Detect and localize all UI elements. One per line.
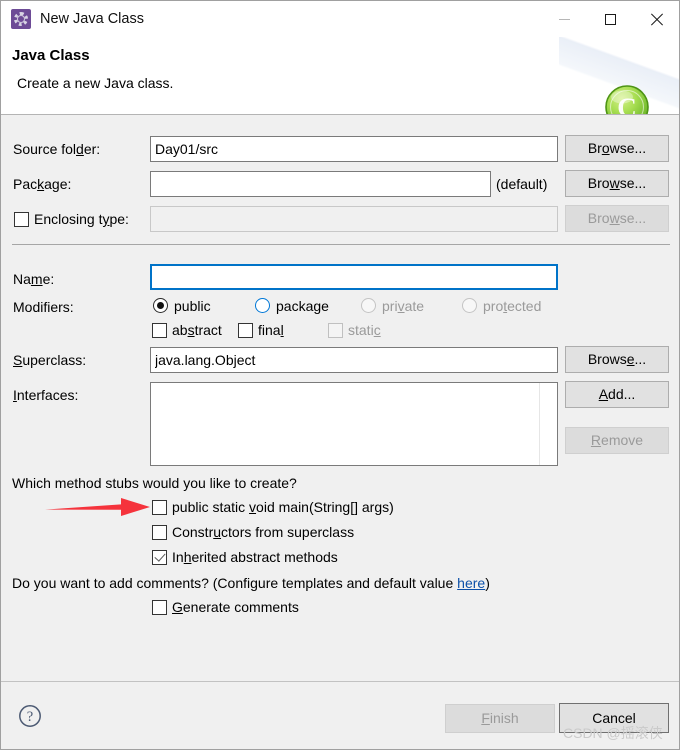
svg-text:?: ?	[27, 709, 33, 725]
modifier-label-package: package	[276, 298, 329, 314]
generate-comments-checkbox[interactable]	[152, 600, 167, 615]
interfaces-remove-button[interactable]: Remove	[565, 427, 669, 454]
wizard-title: Java Class	[12, 47, 90, 64]
annotation-arrow-icon	[45, 498, 150, 516]
close-button[interactable]	[633, 1, 679, 37]
stub-checkbox-constructors[interactable]	[152, 525, 167, 540]
footer-divider	[1, 681, 679, 682]
wizard-header-banner: Java Class Create a new Java class. C	[1, 37, 679, 115]
stub-label-constructors: Constructors from superclass	[172, 524, 355, 540]
modifier-checkbox-static[interactable]	[328, 323, 343, 338]
window-title: New Java Class	[40, 11, 144, 27]
modifier-radio-public[interactable]	[153, 298, 168, 313]
minimize-icon	[558, 18, 570, 20]
source-folder-input[interactable]	[150, 136, 558, 162]
stub-label-inherited-abstract: Inherited abstract methods	[172, 549, 338, 565]
help-icon[interactable]: ?	[18, 704, 42, 728]
superclass-input[interactable]	[150, 347, 558, 373]
title-bar: New Java Class	[1, 1, 679, 37]
modifiers-label: Modifiers:	[13, 299, 74, 315]
superclass-label: Superclass:	[13, 352, 87, 368]
interfaces-label: Interfaces:	[13, 387, 79, 403]
name-input[interactable]	[150, 264, 558, 290]
enclosing-type-input[interactable]	[150, 206, 558, 232]
enclosing-type-browse-button[interactable]: Browse...	[565, 205, 669, 232]
java-class-wizard-icon	[11, 9, 31, 29]
enclosing-type-label: Enclosing type:	[34, 211, 129, 227]
stub-label-main-method: public static void main(String[] args)	[172, 499, 394, 515]
maximize-icon	[604, 13, 616, 25]
section-divider	[12, 244, 670, 245]
modifier-checkbox-abstract[interactable]	[152, 323, 167, 338]
modifier-label-private: private	[382, 298, 425, 314]
modifier-radio-private[interactable]	[361, 298, 376, 313]
finish-button[interactable]: Finish	[445, 704, 555, 733]
modifier-label-abstract: abstract	[172, 322, 222, 338]
maximize-button[interactable]	[587, 1, 633, 37]
source-folder-browse-button[interactable]: Browse...	[565, 135, 669, 162]
package-browse-button[interactable]: Browse...	[565, 170, 669, 197]
package-default-hint: (default)	[496, 176, 548, 192]
comments-question: Do you want to add comments? (Configure …	[12, 575, 490, 591]
stub-checkbox-main-method[interactable]	[152, 500, 167, 515]
package-input[interactable]	[150, 171, 491, 197]
cancel-button[interactable]: Cancel	[559, 703, 669, 733]
interfaces-scrollbar[interactable]	[539, 383, 557, 465]
configure-templates-link[interactable]: here	[457, 575, 485, 591]
modifier-radio-package[interactable]	[255, 298, 270, 313]
stub-checkbox-inherited-abstract[interactable]	[152, 550, 167, 565]
modifier-label-final: final	[258, 322, 284, 338]
window-controls	[541, 1, 679, 37]
modifier-checkbox-final[interactable]	[238, 323, 253, 338]
close-icon	[650, 13, 663, 26]
package-label: Package:	[13, 176, 72, 192]
modifier-label-public: public	[174, 298, 211, 314]
wizard-subtitle: Create a new Java class.	[17, 75, 174, 91]
modifier-radio-protected[interactable]	[462, 298, 477, 313]
interfaces-add-button[interactable]: Add...	[565, 381, 669, 408]
modifier-label-protected: protected	[483, 298, 542, 314]
minimize-button[interactable]	[541, 1, 587, 37]
enclosing-type-checkbox[interactable]	[14, 212, 29, 227]
name-label: Name:	[13, 271, 55, 287]
interfaces-listbox[interactable]	[150, 382, 558, 466]
source-folder-label: Source folder:	[13, 141, 101, 157]
superclass-browse-button[interactable]: Browse...	[565, 346, 669, 373]
generate-comments-label: Generate comments	[172, 599, 299, 615]
method-stubs-question: Which method stubs would you like to cre…	[12, 475, 297, 491]
new-java-class-dialog: New Java Class Java Class Create a new J…	[0, 0, 680, 750]
modifier-label-static: static	[348, 322, 381, 338]
green-class-icon: C	[605, 85, 649, 114]
